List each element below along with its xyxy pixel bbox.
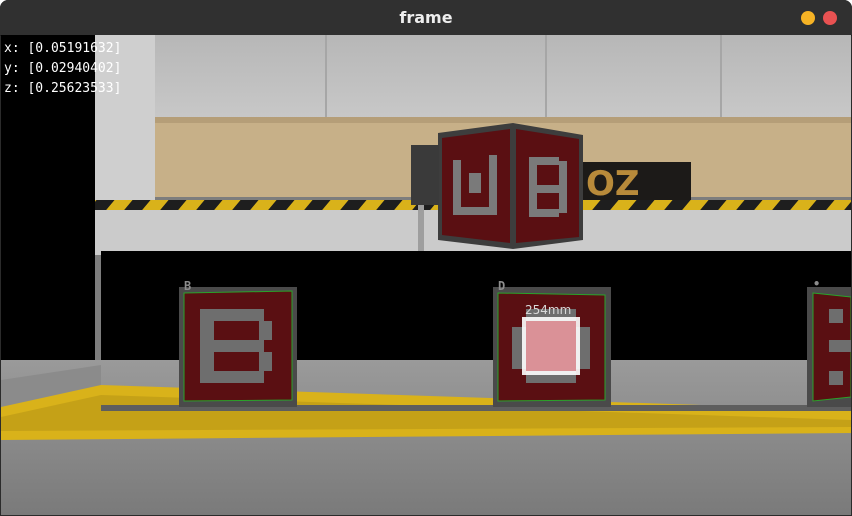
pose-x-readout: x: [0.05191632] [4, 41, 122, 56]
marker-distance-label: 254mm [525, 303, 572, 317]
pose-y-readout: y: [0.02940402] [4, 61, 122, 76]
camera-frame: OZ x: [0.05191632] y: [0.02940402] z: [0… [1, 35, 851, 515]
svg-text:OZ: OZ [586, 164, 640, 204]
aruco-marker-b [179, 287, 297, 407]
marker-label-partial: • [813, 277, 821, 291]
minimize-button[interactable] [801, 11, 815, 25]
app-window: frame OZ x: [0.05191632] y: [0.02940402]… [0, 0, 852, 516]
title-bar[interactable]: frame [0, 0, 852, 36]
distance-highlight [522, 317, 580, 375]
marker-label-d: D [498, 279, 506, 293]
window-title: frame [399, 8, 453, 27]
camera-scene: OZ [1, 35, 851, 515]
aruco-marker-partial [807, 287, 851, 407]
pose-z-readout: z: [0.25623533] [4, 81, 122, 96]
close-button[interactable] [823, 11, 837, 25]
marker-label-b: B [184, 279, 192, 293]
